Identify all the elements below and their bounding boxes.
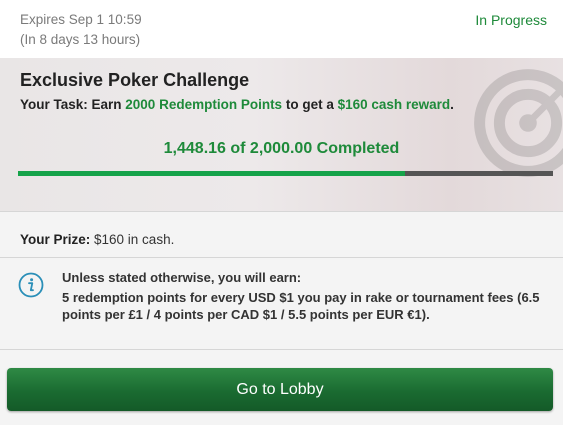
prize-text: Your Prize: $160 in cash.	[20, 232, 174, 247]
completed-text: 1,448.16 of 2,000.00 Completed	[163, 140, 400, 157]
challenge-header: Expires Sep 1 10:59 (In 8 days 13 hours)…	[0, 0, 563, 58]
go-to-lobby-label: Go to Lobby	[236, 380, 324, 398]
expires-relative: (In 8 days 13 hours)	[20, 32, 141, 47]
task-points: 2000 Redemption Points	[125, 97, 283, 112]
task-description: Your Task: Earn 2000 Redemption Points t…	[20, 97, 454, 112]
info-body: 5 redemption points for every USD $1 you…	[62, 290, 540, 322]
task-prefix: Your Task: Earn	[20, 97, 126, 112]
task-middle: to get a	[282, 97, 338, 112]
info-row: Unless stated otherwise, you will earn: …	[0, 258, 563, 349]
info-circle-icon	[18, 272, 44, 298]
info-title: Unless stated otherwise, you will earn:	[62, 270, 302, 285]
challenge-panel: Exclusive Poker Challenge Your Task: Ear…	[0, 58, 563, 211]
footer: Go to Lobby	[0, 350, 563, 425]
prize-label: Your Prize:	[20, 232, 91, 247]
prize-row: Your Prize: $160 in cash.	[0, 212, 563, 257]
target-icon	[474, 69, 563, 177]
go-to-lobby-button[interactable]: Go to Lobby	[7, 368, 553, 411]
prize-value: $160 in cash.	[90, 232, 175, 247]
task-suffix: .	[450, 97, 454, 112]
challenge-title: Exclusive Poker Challenge	[20, 70, 250, 90]
task-reward: $160 cash reward	[337, 97, 451, 112]
expires-date: Expires Sep 1 10:59	[20, 12, 142, 27]
status-badge: In Progress	[475, 12, 547, 28]
progress-fill	[18, 171, 406, 176]
progress-bar	[18, 171, 553, 176]
